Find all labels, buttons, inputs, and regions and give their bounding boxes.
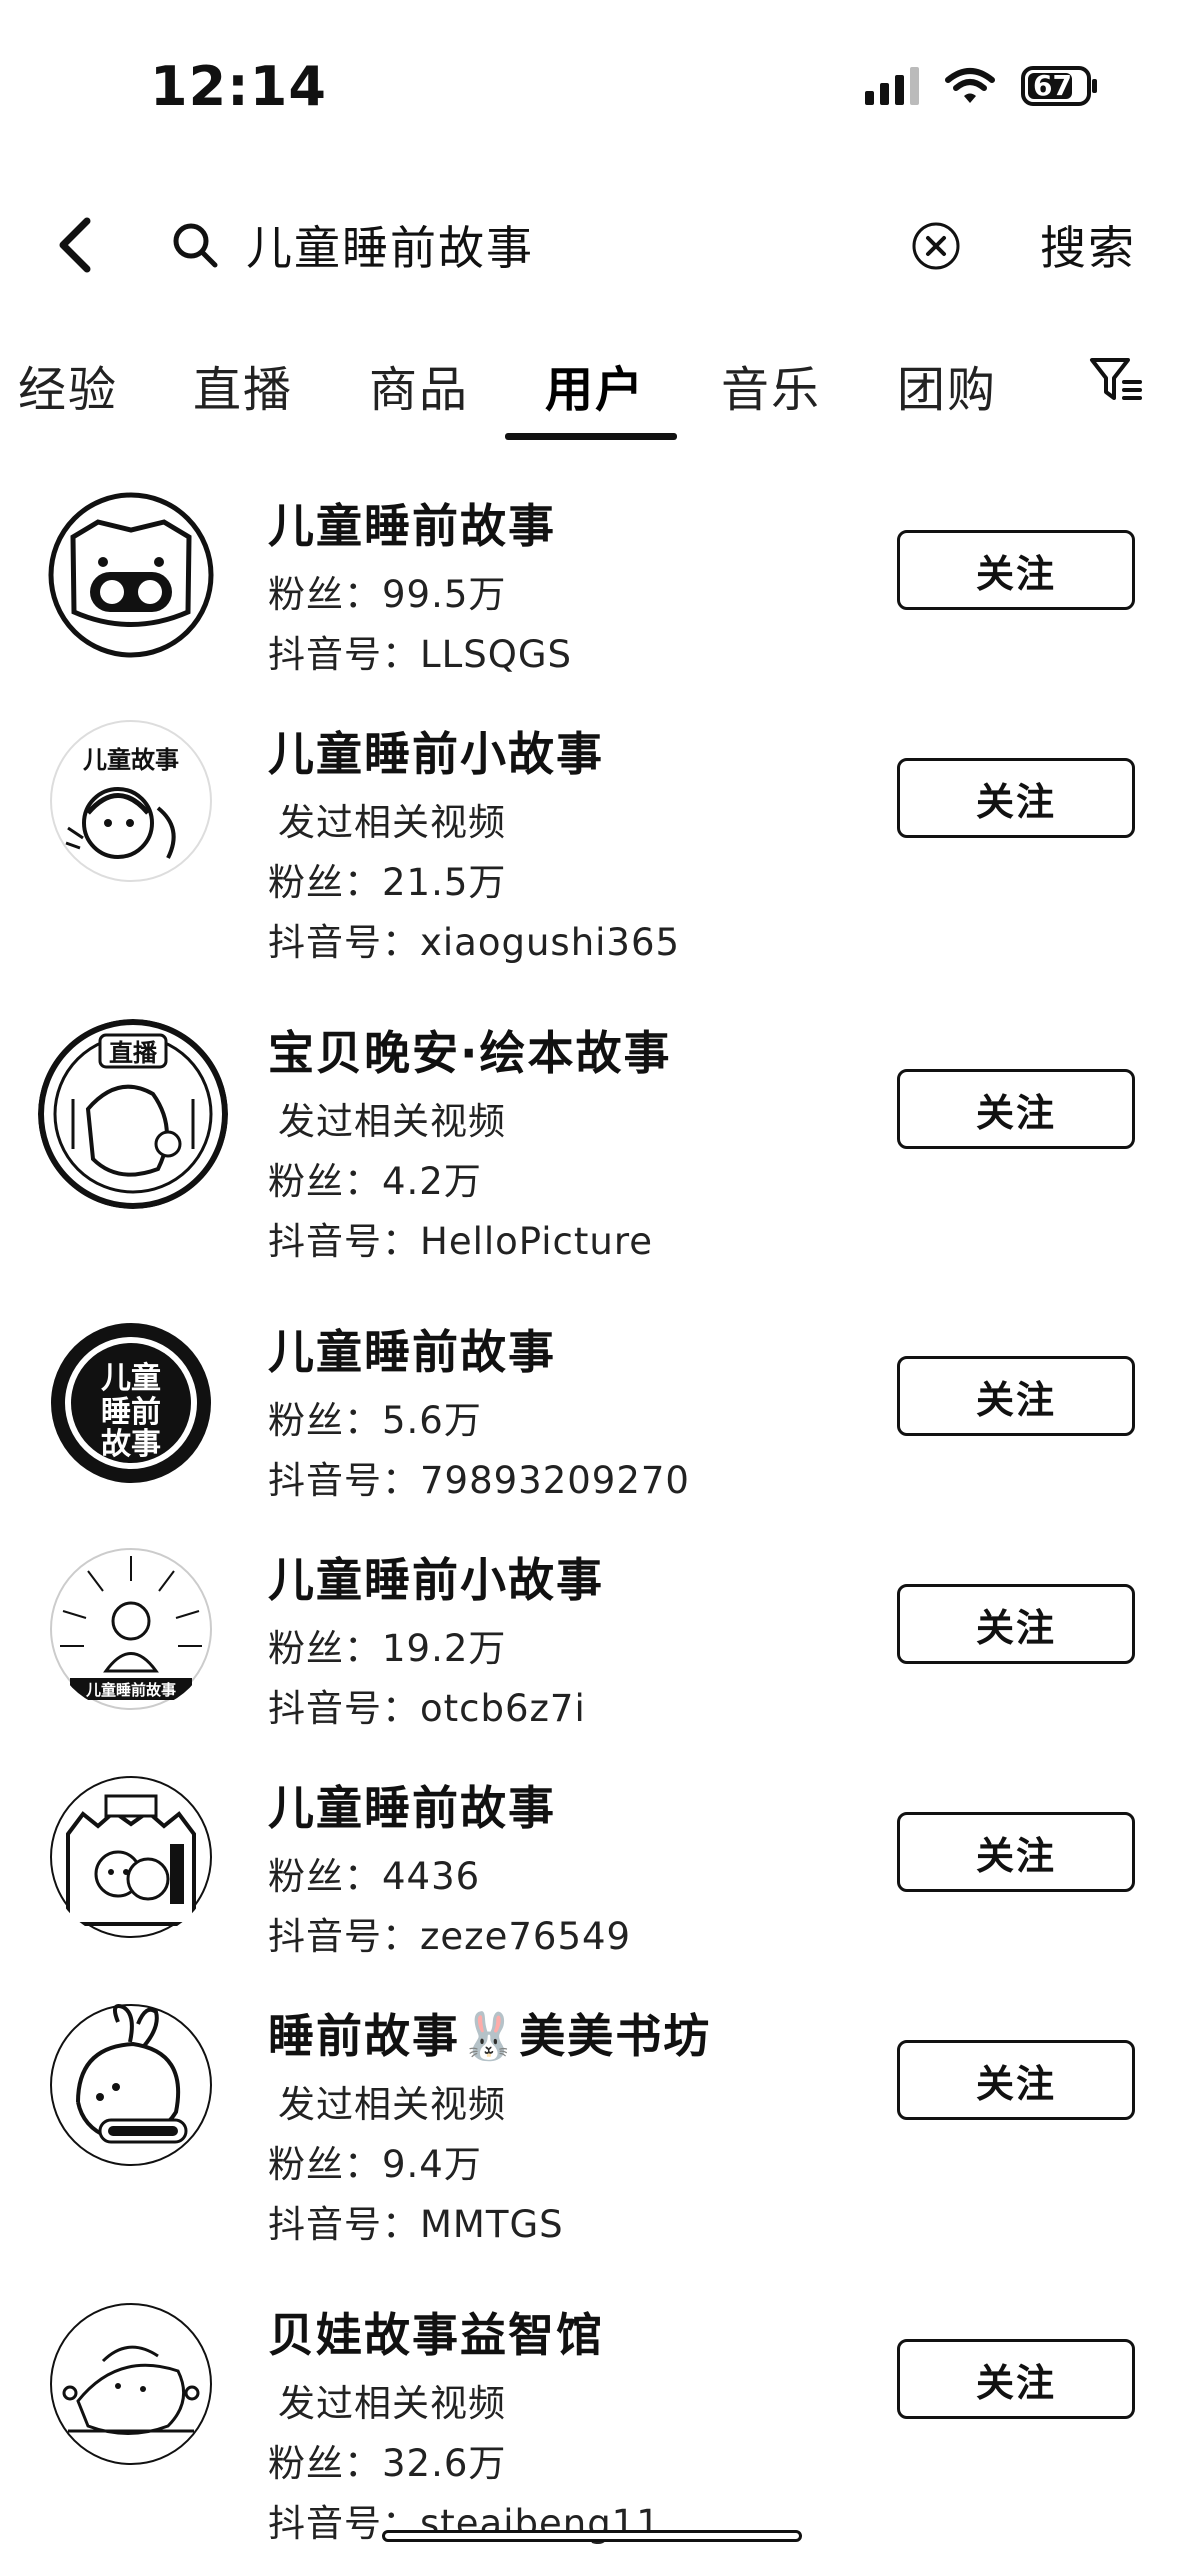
user-name: 儿童睡前小故事 (268, 1553, 604, 1607)
user-name: 儿童睡前小故事 (268, 727, 604, 781)
status-bar: 12:14 67 (0, 0, 1179, 160)
fans-count: 粉丝：32.6万 (268, 2442, 507, 2485)
tab-experience[interactable]: 经验 (18, 350, 118, 420)
douyin-id: 抖音号：HelloPicture (268, 1220, 654, 1263)
user-name: 儿童睡前故事 (268, 1781, 556, 1835)
status-time: 12:14 (150, 55, 327, 118)
tab-live[interactable]: 直播 (193, 350, 293, 420)
svg-text:睡前: 睡前 (101, 1395, 161, 1430)
douyin-id: 抖音号：79893209270 (268, 1459, 690, 1502)
battery-icon: 67 (1021, 66, 1099, 106)
douyin-id: 抖音号：otcb6z7i (268, 1687, 586, 1730)
fans-count: 粉丝：4.2万 (268, 1160, 482, 1203)
douyin-id: 抖音号：zeze76549 (268, 1915, 632, 1958)
fans-count: 粉丝：19.2万 (268, 1627, 507, 1670)
user-name: 儿童睡前故事 (268, 1325, 556, 1379)
home-indicator[interactable] (382, 2530, 802, 2542)
fans-count: 粉丝：5.6万 (268, 1399, 482, 1442)
wifi-icon (945, 67, 995, 105)
battery-level: 67 (1033, 69, 1072, 102)
svg-text:故事: 故事 (101, 1427, 161, 1462)
related-video-note: 发过相关视频 (278, 1100, 506, 1143)
fans-count: 粉丝：4436 (268, 1855, 481, 1898)
follow-button[interactable]: 关注 (897, 1356, 1135, 1436)
related-video-note: 发过相关视频 (278, 801, 506, 844)
tab-group-buy[interactable]: 团购 (897, 350, 997, 420)
search-query-text: 儿童睡前故事 (246, 221, 534, 275)
related-video-note: 发过相关视频 (278, 2382, 506, 2425)
follow-button[interactable]: 关注 (897, 1812, 1135, 1892)
avatar-text: 儿童睡前故事 (85, 1681, 176, 1699)
follow-button[interactable]: 关注 (897, 758, 1135, 838)
result-tabs: 经验 直播 商品 用户 音乐 团购 (0, 330, 1179, 440)
avatar[interactable]: 儿童睡前故事 (48, 1546, 214, 1712)
douyin-id: 抖音号：xiaogushi365 (268, 921, 681, 964)
filter-button[interactable] (1088, 352, 1144, 408)
clear-search-button[interactable] (910, 220, 962, 272)
tab-users[interactable]: 用户 (545, 350, 645, 420)
follow-button[interactable]: 关注 (897, 2040, 1135, 2120)
avatar[interactable]: 儿童故事 (48, 718, 214, 884)
user-name: 儿童睡前故事 (268, 499, 556, 553)
douyin-id: 抖音号：MMTGS (268, 2203, 564, 2246)
search-submit-button[interactable]: 搜索 (1040, 212, 1136, 278)
active-tab-indicator (505, 433, 677, 440)
follow-button[interactable]: 关注 (897, 1069, 1135, 1149)
douyin-id: 抖音号：LLSQGS (268, 633, 572, 676)
avatar-text: 直播 (109, 1039, 158, 1067)
search-icon (173, 223, 218, 268)
tab-products[interactable]: 商品 (369, 350, 469, 420)
follow-button[interactable]: 关注 (897, 1584, 1135, 1664)
related-video-note: 发过相关视频 (278, 2083, 506, 2126)
chevron-left-icon (59, 217, 91, 273)
filter-icon (1090, 358, 1142, 400)
tab-music[interactable]: 音乐 (721, 350, 821, 420)
avatar[interactable] (48, 492, 214, 658)
user-name: 睡前故事🐰美美书坊 (268, 2009, 712, 2063)
clear-circle-icon (912, 222, 960, 270)
follow-button[interactable]: 关注 (897, 530, 1135, 610)
fans-count: 粉丝：99.5万 (268, 573, 507, 616)
fans-count: 粉丝：9.4万 (268, 2143, 482, 2186)
avatar[interactable] (48, 2002, 214, 2168)
svg-text:儿童: 儿童 (101, 1361, 161, 1396)
user-name: 贝娃故事益智馆 (268, 2308, 604, 2362)
avatar[interactable] (48, 2301, 214, 2467)
status-icons: 67 (865, 62, 1099, 110)
avatar[interactable]: 直播 (38, 1019, 228, 1209)
search-bar: 儿童睡前故事 搜索 (0, 190, 1179, 300)
avatar[interactable]: 儿童 睡前 故事 (48, 1320, 214, 1486)
avatar-text: 儿童故事 (83, 746, 179, 774)
cellular-signal-icon (865, 67, 919, 105)
back-button[interactable] (40, 210, 110, 280)
follow-button[interactable]: 关注 (897, 2339, 1135, 2419)
user-name: 宝贝晚安·绘本故事 (268, 1026, 672, 1080)
avatar[interactable] (48, 1774, 214, 1940)
search-input[interactable]: 儿童睡前故事 (170, 202, 960, 288)
fans-count: 粉丝：21.5万 (268, 861, 507, 904)
